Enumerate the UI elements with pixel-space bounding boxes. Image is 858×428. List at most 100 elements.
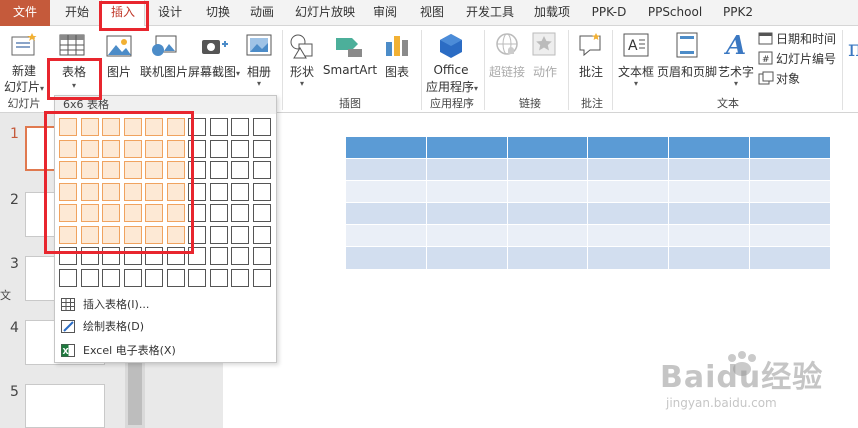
table-size-cell[interactable] bbox=[123, 268, 142, 287]
table-size-cell[interactable] bbox=[231, 247, 249, 265]
table-size-cell[interactable] bbox=[166, 268, 185, 287]
table-size-cell[interactable] bbox=[59, 268, 77, 287]
insert-table-menu-item[interactable]: 插入表格(I)... bbox=[55, 294, 276, 316]
table-cell[interactable] bbox=[425, 224, 508, 247]
table-cell[interactable] bbox=[587, 202, 670, 225]
chart-button[interactable]: 图表 bbox=[380, 63, 414, 80]
table-size-cell[interactable] bbox=[59, 204, 77, 222]
table-size-cell[interactable] bbox=[80, 139, 99, 158]
table-cell[interactable] bbox=[506, 224, 589, 247]
table-size-cell[interactable] bbox=[188, 247, 206, 265]
tab-file[interactable]: 文件 bbox=[0, 0, 50, 26]
table-size-cell[interactable] bbox=[166, 161, 185, 179]
table-cell[interactable] bbox=[749, 246, 831, 270]
table-cell[interactable] bbox=[668, 136, 751, 159]
office-label-1[interactable]: Office bbox=[424, 63, 478, 77]
tab-home[interactable]: 开始 bbox=[56, 0, 98, 26]
tab-developer[interactable]: 开发工具 bbox=[462, 0, 518, 26]
action-button[interactable]: 动作 bbox=[528, 63, 562, 80]
table-size-cell[interactable] bbox=[145, 139, 163, 158]
slide-thumbnail-5[interactable] bbox=[25, 384, 105, 428]
table-cell[interactable] bbox=[345, 180, 427, 203]
table-cell[interactable] bbox=[587, 246, 670, 270]
table-cell[interactable] bbox=[506, 202, 589, 225]
excel-table-menu-item[interactable]: X Excel 电子表格(X) bbox=[55, 340, 276, 362]
table-size-cell[interactable] bbox=[102, 225, 120, 244]
table-size-cell[interactable] bbox=[231, 161, 249, 179]
table-caret-icon[interactable]: ▾ bbox=[52, 81, 96, 90]
table-cell[interactable] bbox=[587, 136, 670, 159]
table-button[interactable]: 表格 bbox=[52, 63, 96, 80]
table-size-cell[interactable] bbox=[252, 247, 271, 265]
table-size-cell[interactable] bbox=[102, 204, 120, 222]
table-size-cell[interactable] bbox=[188, 182, 206, 201]
table-size-cell[interactable] bbox=[145, 161, 163, 179]
tab-insert[interactable]: 插入 bbox=[101, 0, 145, 27]
table-cell[interactable] bbox=[425, 246, 508, 270]
table-size-cell[interactable] bbox=[80, 118, 99, 136]
table-cell[interactable] bbox=[425, 180, 508, 203]
table-size-cell[interactable] bbox=[166, 247, 185, 265]
tab-addins[interactable]: 加载项 bbox=[530, 0, 574, 26]
slide-number-button[interactable]: 幻灯片编号 bbox=[776, 50, 836, 67]
table-size-cell[interactable] bbox=[231, 268, 249, 287]
table-size-cell[interactable] bbox=[209, 204, 228, 222]
table-size-cell[interactable] bbox=[145, 204, 163, 222]
table-size-cell[interactable] bbox=[209, 139, 228, 158]
wordart-button[interactable]: 艺术字 bbox=[718, 63, 754, 80]
table-cell[interactable] bbox=[345, 158, 427, 181]
table-size-cell[interactable] bbox=[145, 247, 163, 265]
table-size-cell[interactable] bbox=[252, 204, 271, 222]
table-cell[interactable] bbox=[749, 136, 831, 159]
table-size-cell[interactable] bbox=[145, 118, 163, 136]
table-size-cell[interactable] bbox=[80, 247, 99, 265]
table-cell[interactable] bbox=[749, 158, 831, 181]
object-button[interactable]: 对象 bbox=[776, 70, 800, 87]
table-cell[interactable] bbox=[345, 224, 427, 247]
tab-design[interactable]: 设计 bbox=[148, 0, 192, 26]
table-cell[interactable] bbox=[668, 224, 751, 247]
table-size-cell[interactable] bbox=[102, 161, 120, 179]
table-cell[interactable] bbox=[345, 136, 427, 159]
table-cell[interactable] bbox=[425, 202, 508, 225]
shapes-button[interactable]: 形状 bbox=[286, 63, 318, 80]
table-size-cell[interactable] bbox=[145, 225, 163, 244]
table-size-cell[interactable] bbox=[209, 182, 228, 201]
table-size-cell[interactable] bbox=[231, 225, 249, 244]
table-cell[interactable] bbox=[345, 246, 427, 270]
tab-slideshow[interactable]: 幻灯片放映 bbox=[290, 0, 360, 26]
table-size-cell[interactable] bbox=[252, 118, 271, 136]
table-size-cell[interactable] bbox=[188, 139, 206, 158]
table-size-cell[interactable] bbox=[102, 247, 120, 265]
table-cell[interactable] bbox=[345, 202, 427, 225]
table-size-cell[interactable] bbox=[252, 225, 271, 244]
table-size-cell[interactable] bbox=[123, 204, 142, 222]
table-size-cell[interactable] bbox=[102, 139, 120, 158]
draw-table-menu-item[interactable]: 绘制表格(D) bbox=[55, 316, 276, 338]
table-cell[interactable] bbox=[506, 246, 589, 270]
table-size-cell[interactable] bbox=[166, 225, 185, 244]
table-size-cell[interactable] bbox=[102, 118, 120, 136]
table-size-cell[interactable] bbox=[59, 139, 77, 158]
table-cell[interactable] bbox=[749, 180, 831, 203]
table-size-cell[interactable] bbox=[59, 247, 77, 265]
tab-review[interactable]: 审阅 bbox=[366, 0, 404, 26]
wordart-caret-icon[interactable]: ▾ bbox=[718, 79, 754, 88]
table-size-cell[interactable] bbox=[188, 268, 206, 287]
table-cell[interactable] bbox=[425, 158, 508, 181]
table-size-cell[interactable] bbox=[231, 118, 249, 136]
table-size-cell[interactable] bbox=[59, 225, 77, 244]
table-size-cell[interactable] bbox=[59, 118, 77, 136]
table-size-cell[interactable] bbox=[80, 182, 99, 201]
tab-ppk2[interactable]: PPK2 bbox=[718, 0, 758, 26]
album-button[interactable]: 相册 bbox=[242, 63, 276, 80]
table-size-cell[interactable] bbox=[102, 268, 120, 287]
table-cell[interactable] bbox=[668, 180, 751, 203]
office-apps-button[interactable]: 应用程序▾ bbox=[422, 78, 482, 95]
textbox-caret-icon[interactable]: ▾ bbox=[616, 79, 656, 88]
tab-transitions[interactable]: 切换 bbox=[196, 0, 240, 26]
table-cell[interactable] bbox=[749, 202, 831, 225]
table-cell[interactable] bbox=[506, 158, 589, 181]
table-cell[interactable] bbox=[587, 224, 670, 247]
table-size-cell[interactable] bbox=[209, 118, 228, 136]
